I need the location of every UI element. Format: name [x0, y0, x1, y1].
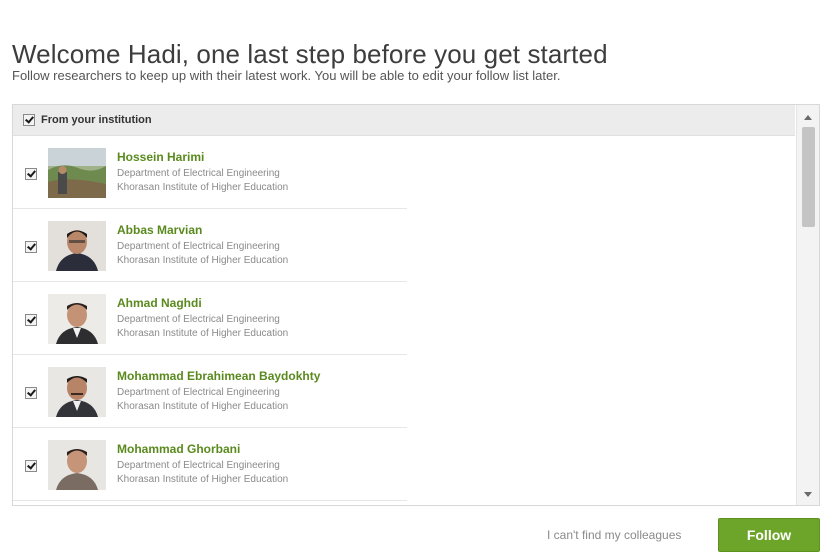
researcher-name-link[interactable]: Mohammad Ghorbani	[117, 442, 288, 456]
researcher-row: Ahmad Naghdi Department of Electrical En…	[13, 282, 407, 355]
researcher-department: Department of Electrical Engineering	[117, 314, 280, 325]
avatar	[48, 148, 106, 198]
scroll-down-arrow-icon[interactable]	[804, 492, 812, 497]
group-header-label: From your institution	[41, 114, 152, 126]
researcher-department: Department of Electrical Engineering	[117, 460, 280, 471]
researcher-institution: Khorasan Institute of Higher Education	[117, 474, 289, 485]
cant-find-colleagues-link[interactable]: I can't find my colleagues	[547, 528, 681, 542]
researcher-department: Department of Electrical Engineering	[117, 387, 280, 398]
scrollbar-thumb[interactable]	[802, 127, 815, 227]
follow-button[interactable]: Follow	[718, 518, 820, 552]
researcher-row: Mohammad Ghorbani Department of Electric…	[13, 428, 407, 501]
researcher-institution: Khorasan Institute of Higher Education	[117, 255, 289, 266]
researcher-row: Abbas Marvian Department of Electrical E…	[13, 209, 407, 282]
researcher-institution: Khorasan Institute of Higher Education	[117, 401, 289, 412]
group-header: From your institution	[13, 105, 795, 136]
researcher-name-link[interactable]: Abbas Marvian	[117, 223, 288, 237]
avatar	[48, 440, 106, 490]
researcher-checkbox[interactable]	[25, 241, 37, 253]
list-scrollbar[interactable]	[796, 105, 819, 505]
researcher-list: Hossein Harimi Department of Electrical …	[13, 136, 795, 501]
researcher-institution: Khorasan Institute of Higher Education	[117, 328, 289, 339]
researcher-checkbox[interactable]	[25, 460, 37, 472]
page-subtitle: Follow researchers to keep up with their…	[12, 68, 561, 83]
avatar	[48, 367, 106, 417]
researcher-row: Hossein Harimi Department of Electrical …	[13, 136, 407, 209]
researcher-name-link[interactable]: Hossein Harimi	[117, 150, 288, 164]
researcher-list-panel: From your institution Hossein Harimi Dep…	[12, 104, 820, 506]
researcher-department: Department of Electrical Engineering	[117, 168, 280, 179]
researcher-row: Mohammad Ebrahimean Baydokhty Department…	[13, 355, 407, 428]
group-select-all-checkbox[interactable]	[23, 114, 35, 126]
scroll-up-arrow-icon[interactable]	[804, 115, 812, 120]
avatar	[48, 221, 106, 271]
researcher-department: Department of Electrical Engineering	[117, 241, 280, 252]
researcher-name-link[interactable]: Ahmad Naghdi	[117, 296, 288, 310]
researcher-institution: Khorasan Institute of Higher Education	[117, 182, 289, 193]
researcher-checkbox[interactable]	[25, 387, 37, 399]
researcher-name-link[interactable]: Mohammad Ebrahimean Baydokhty	[117, 369, 320, 383]
researcher-checkbox[interactable]	[25, 314, 37, 326]
page-title: Welcome Hadi, one last step before you g…	[12, 39, 608, 70]
researcher-checkbox[interactable]	[25, 168, 37, 180]
avatar	[48, 294, 106, 344]
